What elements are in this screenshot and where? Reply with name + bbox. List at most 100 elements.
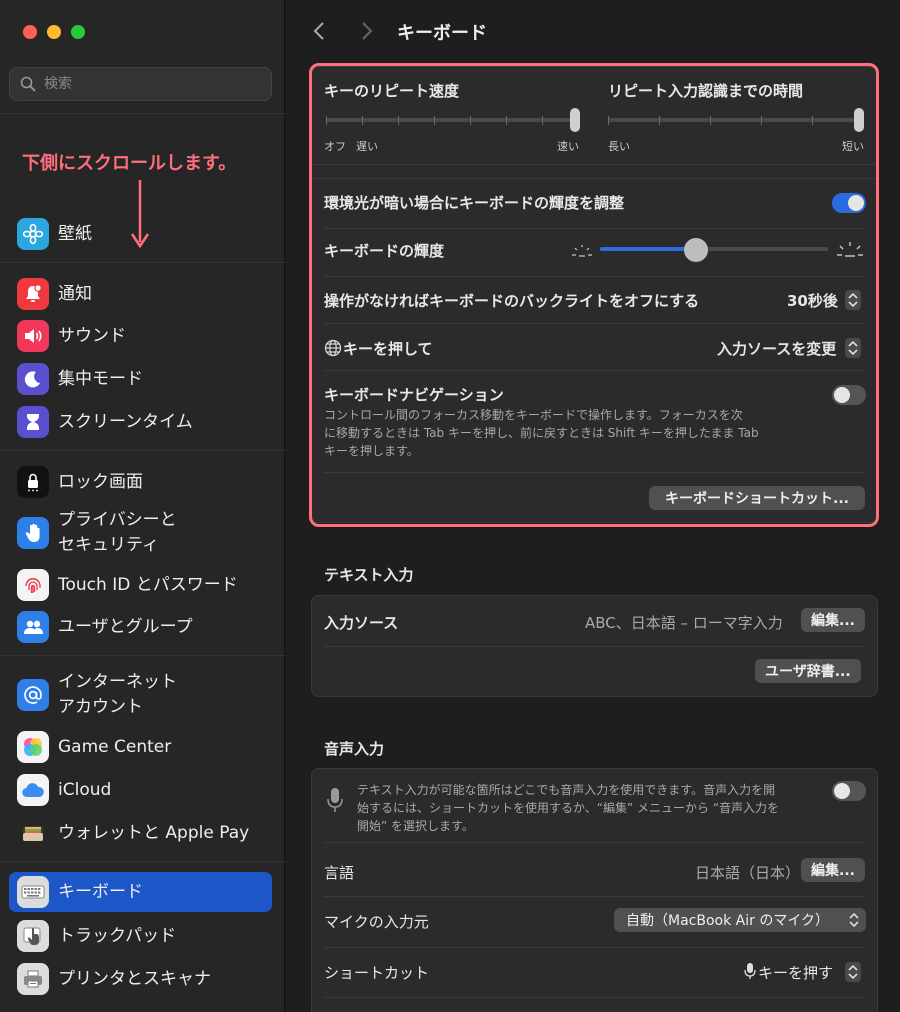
divider — [324, 276, 865, 277]
fingerprint-icon — [17, 569, 49, 601]
sidebar-item-wallet[interactable]: ウォレットと Apple Pay — [9, 813, 272, 853]
keyboard-navigation-description: コントロール間のフォーカス移動をキーボードで操作します。フォーカスを次 に移動す… — [324, 408, 759, 458]
sidebar-item-label: ウォレットと Apple Pay — [58, 822, 250, 843]
chevron-right-icon[interactable] — [354, 19, 378, 43]
sidebar-item-users[interactable]: ユーザとグループ — [9, 607, 272, 647]
backlight-off-label: 操作がなければキーボードのバックライトをオフにする — [324, 292, 700, 310]
sidebar-item-label: トラックパッド — [58, 925, 177, 946]
divider — [0, 113, 285, 114]
sidebar-item-label: サウンド — [58, 325, 126, 346]
sidebar-item-label: プリンタとスキャナ — [58, 968, 211, 989]
minimize-button[interactable] — [47, 25, 61, 39]
backlight-stepper[interactable] — [845, 290, 861, 310]
search-icon — [20, 76, 36, 92]
scroll-annotation: 下側にスクロールします。 — [22, 153, 237, 174]
chevron-left-icon[interactable] — [308, 19, 332, 43]
zoom-button[interactable] — [71, 25, 85, 39]
mic-source-value: 自動（MacBook Air のマイク） — [626, 913, 830, 929]
globe-key-label: キーを押して — [343, 340, 433, 358]
repeat-delay-label: リピート入力認識までの時間 — [608, 82, 804, 100]
sidebar-item-wallpaper[interactable]: 壁紙 — [9, 214, 272, 254]
repeat-delay-knob[interactable] — [854, 108, 864, 132]
search-input[interactable] — [44, 76, 244, 92]
sidebar-item-label: Touch ID とパスワード — [58, 574, 238, 595]
sidebar-item-notifications[interactable]: 通知 — [9, 274, 272, 314]
cloud-icon — [17, 774, 49, 806]
keyboard-navigation-toggle[interactable] — [832, 385, 866, 405]
language-edit-button[interactable]: 編集... — [801, 858, 865, 882]
microphone-icon — [744, 963, 756, 979]
mic-source-label: マイクの入力元 — [324, 913, 429, 931]
microphone-icon — [327, 788, 343, 812]
sidebar-item-label: インターネット アカウント — [58, 672, 177, 717]
sidebar-item-internet-accounts[interactable]: インターネット アカウント — [9, 670, 272, 720]
sidebar-item-privacy[interactable]: プライバシーと セキュリティ — [9, 508, 272, 558]
divider — [324, 947, 865, 948]
sidebar-item-label: Game Center — [58, 736, 172, 757]
text-input-panel: 入力ソース ABC、日本語 – ローマ字入力 編集... ユーザ辞書... — [311, 595, 878, 697]
sidebar-item-icloud[interactable]: iCloud — [9, 770, 272, 810]
ambient-light-toggle[interactable] — [832, 193, 866, 213]
keyboard-navigation-label: キーボードナビゲーション — [324, 386, 504, 404]
repeat-speed-off-label: オフ — [324, 140, 346, 153]
sidebar-item-label: プライバシーと セキュリティ — [58, 510, 177, 555]
chevron-updown-icon — [849, 912, 859, 928]
globe-icon — [324, 339, 342, 357]
toolbar: キーボード — [286, 14, 900, 48]
keyboard-shortcuts-button[interactable]: キーボードショートカット... — [649, 486, 865, 510]
divider — [324, 896, 865, 897]
sidebar-item-label: スクリーンタイム — [58, 411, 193, 432]
sidebar-item-keyboard[interactable]: キーボード — [9, 872, 272, 912]
divider — [312, 178, 877, 179]
sidebar-item-sound[interactable]: サウンド — [9, 316, 272, 356]
dictation-panel: テキスト入力が可能な箇所はどこでも音声入力を使用できます。音声入力を開 始するに… — [311, 768, 878, 1012]
language-label: 言語 — [324, 864, 355, 882]
sidebar-item-trackpad[interactable]: トラックパッド — [9, 916, 272, 956]
divider — [324, 228, 865, 229]
backlight-off-value[interactable]: 30秒後 — [787, 290, 838, 311]
repeat-speed-knob[interactable] — [570, 108, 580, 132]
sidebar-item-touch-id[interactable]: Touch ID とパスワード — [9, 565, 272, 605]
brightness-high-icon — [837, 242, 863, 257]
shortcut-label: ショートカット — [324, 964, 430, 982]
divider — [0, 262, 285, 263]
shortcut-stepper[interactable] — [845, 962, 861, 982]
divider — [324, 472, 865, 473]
repeat-speed-slow-label: 遅い — [356, 140, 378, 153]
at-sign-icon — [17, 679, 49, 711]
text-input-section-title: テキスト入力 — [324, 566, 414, 584]
brightness-knob[interactable] — [684, 238, 708, 262]
sidebar-item-focus[interactable]: 集中モード — [9, 359, 272, 399]
hand-icon — [17, 517, 49, 549]
sidebar-item-label: 集中モード — [58, 368, 143, 389]
mic-source-select[interactable]: 自動（MacBook Air のマイク） — [614, 908, 866, 932]
brightness-low-icon — [572, 245, 592, 257]
sidebar-item-game-center[interactable]: Game Center — [9, 727, 272, 767]
sidebar-item-label: 壁紙 — [58, 223, 92, 244]
shortcut-value[interactable]: キーを押す — [758, 962, 833, 983]
brightness-label: キーボードの輝度 — [324, 242, 445, 260]
sidebar-item-lock-screen[interactable]: ロック画面 — [9, 462, 272, 502]
input-sources-edit-button[interactable]: 編集... — [801, 608, 865, 632]
speaker-icon — [17, 320, 49, 352]
dictation-toggle[interactable] — [832, 781, 866, 801]
chevron-updown-icon — [848, 964, 858, 980]
repeat-delay-long-label: 長い — [608, 140, 630, 153]
wallet-icon — [17, 817, 49, 849]
search-field[interactable] — [9, 67, 272, 101]
divider — [324, 370, 865, 371]
divider — [324, 323, 865, 324]
input-sources-value: ABC、日本語 – ローマ字入力 — [585, 614, 783, 632]
close-button[interactable] — [23, 25, 37, 39]
divider — [0, 450, 285, 451]
globe-key-value[interactable]: 入力ソースを変更 — [717, 338, 836, 359]
divider — [0, 655, 285, 656]
globe-key-stepper[interactable] — [845, 338, 861, 358]
sidebar-item-screen-time[interactable]: スクリーンタイム — [9, 402, 272, 442]
chevron-updown-icon — [848, 340, 858, 356]
divider — [324, 997, 865, 998]
wallpaper-icon — [17, 218, 49, 250]
user-dictionary-button[interactable]: ユーザ辞書... — [755, 659, 861, 683]
chevron-updown-icon — [848, 292, 858, 308]
sidebar-item-printers[interactable]: プリンタとスキャナ — [9, 959, 272, 999]
